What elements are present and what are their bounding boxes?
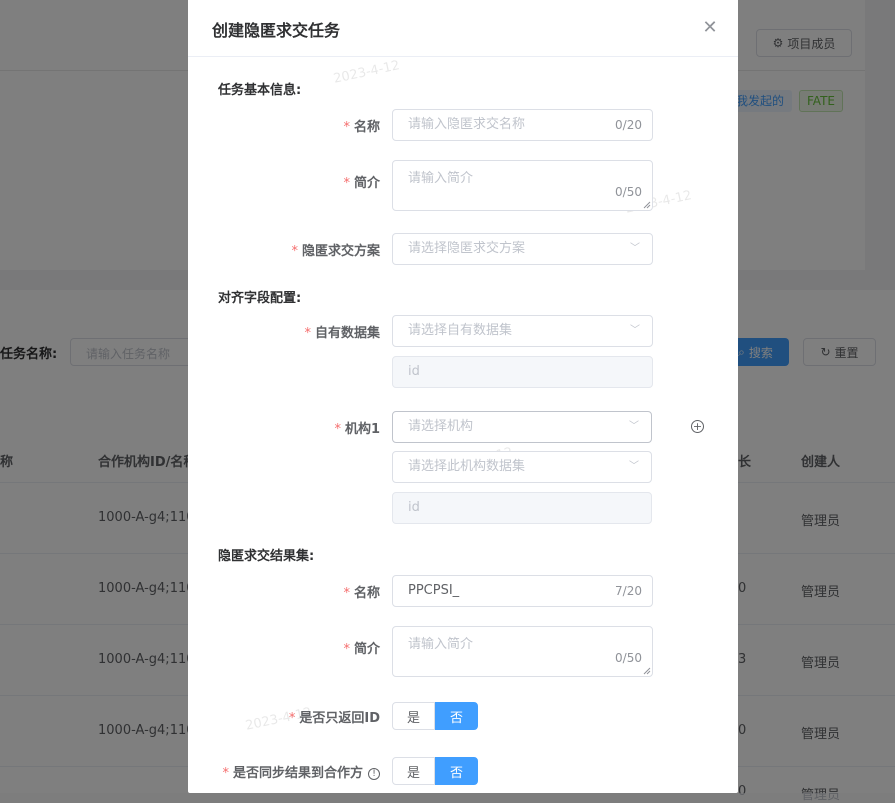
resize-handle-icon[interactable] bbox=[643, 667, 651, 675]
create-psi-task-dialog: 创建隐匿求交任务 ✕ 2023-4-12 2023-4-12 2023-4-12… bbox=[188, 0, 738, 793]
own-dataset-select[interactable]: 请选择自有数据集 ﹀ bbox=[392, 315, 653, 347]
required-asterisk: * bbox=[343, 586, 350, 601]
form-label-own-dataset: * 自有数据集 bbox=[304, 322, 380, 341]
field-value: id bbox=[408, 364, 420, 379]
required-asterisk: * bbox=[288, 711, 296, 726]
info-icon[interactable]: ! bbox=[368, 767, 380, 780]
form-label-psi-scheme: * 隐匿求交方案 bbox=[291, 240, 380, 259]
chevron-down-icon: ﹀ bbox=[630, 243, 640, 254]
form-label-result-name: * 名称 bbox=[343, 582, 380, 601]
section-title-align-fields: 对齐字段配置: bbox=[218, 291, 302, 306]
organization-dataset-select[interactable]: 请选择此机构数据集 ﹀ bbox=[392, 451, 652, 483]
own-field-input-disabled: id bbox=[392, 356, 653, 388]
required-asterisk: * bbox=[334, 422, 341, 437]
watermark: 2023-4-12 bbox=[332, 58, 402, 87]
only-return-id-radio-group: 是 否 bbox=[392, 702, 478, 730]
only-return-id-no-button[interactable]: 否 bbox=[435, 702, 478, 730]
result-name-input[interactable]: PPCPSI_ 7/20 bbox=[392, 575, 653, 607]
select-placeholder: 请选择此机构数据集 bbox=[408, 459, 526, 474]
label-text: 隐匿求交方案 bbox=[301, 244, 380, 259]
task-name-input[interactable]: 请输入隐匿求交名称 0/20 bbox=[392, 109, 653, 141]
label-text: 机构1 bbox=[344, 422, 380, 437]
label-text: 是否同步结果到合作方 bbox=[232, 766, 363, 781]
sync-to-partner-radio-group: 是 否 bbox=[392, 757, 478, 785]
form-label-name: * 名称 bbox=[343, 116, 380, 135]
input-placeholder: 请输入隐匿求交名称 bbox=[408, 117, 526, 132]
close-icon[interactable]: ✕ bbox=[700, 18, 720, 38]
task-description-textarea[interactable]: 请输入简介 0/50 bbox=[392, 160, 653, 211]
select-placeholder: 请选择自有数据集 bbox=[408, 323, 513, 338]
chevron-down-icon: ﹀ bbox=[629, 461, 639, 472]
char-count: 0/50 bbox=[615, 651, 642, 665]
input-value: PPCPSI_ bbox=[408, 583, 460, 598]
result-description-textarea[interactable]: 请输入简介 0/50 bbox=[392, 626, 653, 677]
label-text: 简介 bbox=[353, 176, 380, 191]
form-label-only-return-id: * 是否只返回ID bbox=[289, 707, 380, 726]
sync-to-partner-yes-button[interactable]: 是 bbox=[392, 757, 435, 785]
required-asterisk: * bbox=[304, 326, 311, 341]
required-asterisk: * bbox=[343, 176, 350, 191]
dialog-header: 创建隐匿求交任务 ✕ bbox=[188, 0, 738, 57]
textarea-placeholder: 请输入简介 bbox=[408, 637, 474, 652]
section-title-result-set: 隐匿求交结果集: bbox=[218, 549, 315, 564]
label-text: 是否只返回ID bbox=[299, 711, 380, 726]
field-value: id bbox=[408, 500, 420, 515]
label-text: 名称 bbox=[353, 120, 380, 135]
required-asterisk: * bbox=[343, 642, 350, 657]
form-label-organization-1: * 机构1 bbox=[334, 418, 380, 437]
char-count: 0/20 bbox=[615, 118, 642, 132]
chevron-down-icon: ﹀ bbox=[630, 325, 640, 336]
required-asterisk: * bbox=[222, 766, 229, 781]
label-text: 简介 bbox=[353, 642, 380, 657]
form-label-description: * 简介 bbox=[343, 172, 380, 191]
resize-handle-icon[interactable] bbox=[643, 201, 651, 209]
label-text: 名称 bbox=[353, 586, 380, 601]
add-organization-icon[interactable]: + bbox=[691, 420, 704, 433]
psi-scheme-select[interactable]: 请选择隐匿求交方案 ﹀ bbox=[392, 233, 653, 265]
organization-select[interactable]: 请选择机构 ﹀ bbox=[392, 411, 652, 443]
textarea-placeholder: 请输入简介 bbox=[408, 171, 474, 186]
required-asterisk: * bbox=[291, 244, 298, 259]
sync-to-partner-no-button[interactable]: 否 bbox=[435, 757, 478, 785]
section-title-basic-info: 任务基本信息: bbox=[218, 83, 302, 98]
label-text: 自有数据集 bbox=[314, 326, 380, 341]
form-label-result-description: * 简介 bbox=[343, 638, 380, 657]
form-label-sync-to-partner: * 是否同步结果到合作方! bbox=[222, 762, 380, 781]
char-count: 0/50 bbox=[615, 185, 642, 199]
organization-field-input-disabled: id bbox=[392, 492, 652, 524]
char-count: 7/20 bbox=[615, 584, 642, 598]
required-asterisk: * bbox=[343, 120, 350, 135]
select-placeholder: 请选择机构 bbox=[408, 419, 474, 434]
dialog-title: 创建隐匿求交任务 bbox=[212, 21, 341, 40]
select-placeholder: 请选择隐匿求交方案 bbox=[408, 241, 526, 256]
chevron-down-icon: ﹀ bbox=[629, 421, 639, 432]
only-return-id-yes-button[interactable]: 是 bbox=[392, 702, 435, 730]
